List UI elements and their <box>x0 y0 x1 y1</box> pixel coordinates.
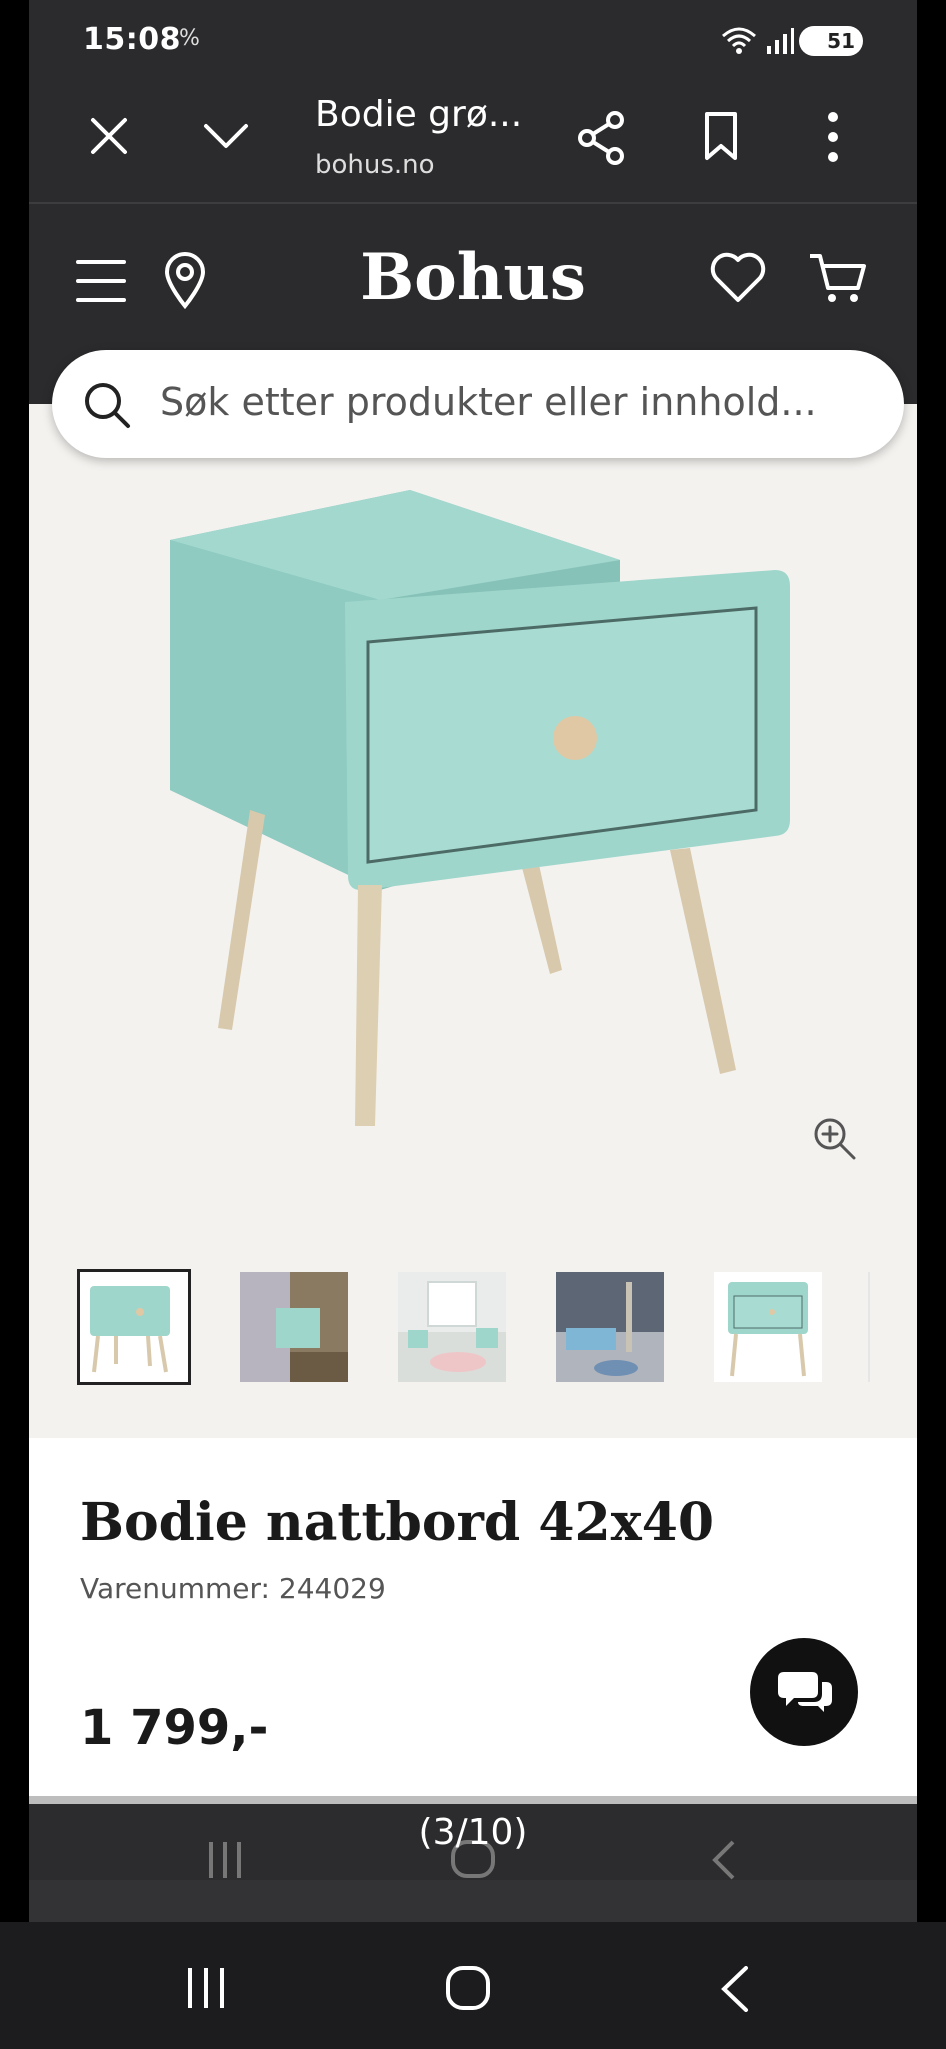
chat-button[interactable] <box>750 1638 858 1746</box>
system-navigation-bar <box>0 1922 946 2049</box>
thumbnail-overflow <box>868 1272 870 1382</box>
heart-icon[interactable] <box>710 252 766 304</box>
sku-label: Varenummer: <box>80 1572 270 1605</box>
gallery-thumbnail[interactable] <box>240 1272 348 1382</box>
product-price: 1 799,- <box>80 1700 269 1756</box>
gallery-thumbnail[interactable] <box>714 1272 822 1382</box>
battery-icon: 51 <box>799 26 863 56</box>
chevron-down-icon[interactable] <box>201 118 251 154</box>
search-input[interactable]: Søk etter produkter eller innhold... <box>160 380 817 424</box>
product-image[interactable] <box>150 490 790 1140</box>
tab-title[interactable]: Bodie grø... <box>315 94 522 135</box>
zoom-in-icon[interactable] <box>812 1116 858 1162</box>
image-counter: (3/10) <box>418 1812 528 1853</box>
wifi-icon <box>722 27 756 54</box>
status-time: 15:08 <box>83 22 181 57</box>
sku-value: 244029 <box>278 1572 386 1605</box>
status-bar: 15:08 % 51 <box>29 0 917 86</box>
close-icon[interactable] <box>87 114 131 158</box>
gallery-thumbnail[interactable] <box>77 1269 191 1385</box>
recent-apps-icon[interactable] <box>184 1968 228 2008</box>
signal-icon <box>767 28 794 54</box>
ghost-nav-strip <box>29 1880 917 1922</box>
divider <box>29 1796 917 1804</box>
chat-icon <box>778 1672 832 1712</box>
page-url[interactable]: bohus.no <box>315 150 435 180</box>
more-options-icon[interactable] <box>825 110 841 164</box>
browser-toolbar: Bodie grø... bohus.no <box>29 86 917 204</box>
search-icon <box>85 383 130 428</box>
back-icon[interactable] <box>718 1966 752 2012</box>
home-icon[interactable] <box>444 1964 492 2012</box>
share-icon[interactable] <box>575 110 627 166</box>
bookmark-icon[interactable] <box>701 110 741 162</box>
site-logo[interactable]: Bohus <box>29 240 917 315</box>
search-bar[interactable]: Søk etter produkter eller innhold... <box>52 350 904 458</box>
gallery-thumbnail[interactable] <box>556 1272 664 1382</box>
product-sku: Varenummer: 244029 <box>80 1572 386 1605</box>
status-percent-icon: % <box>179 26 200 51</box>
cart-icon[interactable] <box>808 252 868 306</box>
product-title: Bodie nattbord 42x40 <box>80 1492 715 1553</box>
gallery-thumbnail[interactable] <box>398 1272 506 1382</box>
